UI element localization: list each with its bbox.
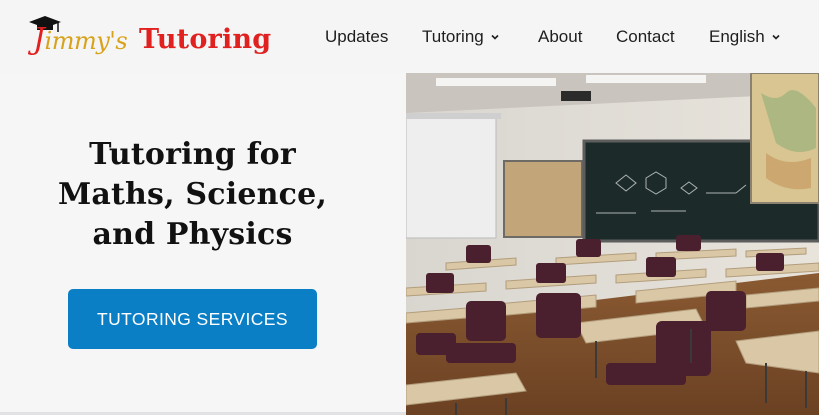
nav-tutoring[interactable]: Tutoring (422, 27, 500, 47)
chevron-down-icon (491, 34, 499, 40)
chevron-down-icon (772, 34, 780, 40)
site-logo[interactable]: Jimmy's Tutoring (27, 14, 287, 60)
hero-title: Tutoring for Maths, Science, and Physics (20, 135, 365, 255)
nav-contact[interactable]: Contact (616, 27, 675, 47)
hero-title-line: Tutoring for (89, 137, 296, 172)
hero-title-line: Maths, Science, (57, 177, 328, 212)
logo-main-text: Tutoring (139, 24, 272, 55)
hero-text-panel: Tutoring for Maths, Science, and Physics… (0, 73, 406, 415)
tutoring-services-button[interactable]: TUTORING SERVICES (68, 289, 317, 349)
nav-about-label: About (538, 27, 583, 46)
language-label: English (709, 27, 765, 46)
language-selector[interactable]: English (709, 27, 781, 47)
classroom-illustration (406, 73, 819, 415)
nav-updates-label: Updates (325, 27, 389, 46)
nav-about[interactable]: About (538, 27, 582, 47)
hero-title-line: and Physics (92, 217, 293, 252)
nav-contact-label: Contact (616, 27, 675, 46)
nav-updates[interactable]: Updates (325, 27, 388, 47)
logo-script-text: Jimmy's (33, 22, 128, 57)
classroom-image (406, 73, 819, 415)
site-header: Jimmy's Tutoring Updates Tutoring About … (0, 0, 819, 73)
nav-tutoring-label: Tutoring (422, 27, 484, 46)
